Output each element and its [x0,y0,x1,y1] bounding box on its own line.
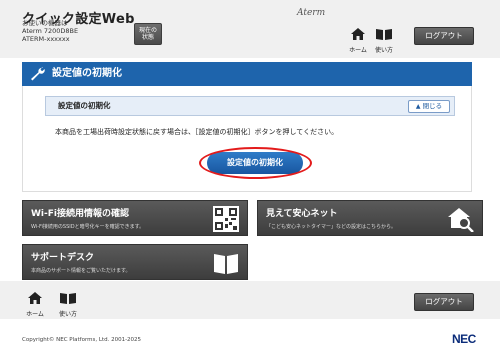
qr-code-icon [213,206,239,232]
support-desk-card[interactable]: サポートデスク 本商品のサポート情報をご覧いただけます。 [22,244,248,280]
home-search-icon [448,208,474,232]
copyright: Copyright© NEC Platforms, Ltd. 2001-2025 [22,337,142,343]
description-text: 本商品を工場出荷時設定状態に戻す場合は、［設定値の初期化］ボタンを押してください… [55,128,339,136]
home-button[interactable]: ホーム [345,25,371,54]
highlight-ring [199,147,312,179]
help-button[interactable]: 使い方 [371,25,397,54]
footer-home-button[interactable]: ホーム [22,289,48,318]
support-desk-title: サポートデスク [31,253,95,263]
device-model: Aterm 7200D8BE [22,27,79,35]
brand-logo: Aterm [297,8,326,18]
page-title-bar: 設定値の初期化 [22,62,472,86]
support-desk-subtitle: 本商品のサポート情報をご覧いただけます。 [31,268,131,274]
mieru-anshin-card[interactable]: 見えて安心ネット 「こども安心ネットタイマー」などの設定はこちらから。 [257,200,483,236]
footer-bar: ホーム 使い方 ログアウト [0,281,500,319]
status-line-2: 状態 [141,34,154,41]
wifi-info-card[interactable]: Wi-Fi接続用情報の確認 Wi-Fi接続用のSSIDと暗号化キーを確認できます… [22,200,248,236]
footer-help-label: 使い方 [58,311,77,318]
close-button[interactable]: ▲ 閉じる [408,100,450,113]
device-id: ATERM-xxxxxx [22,35,70,43]
home-icon [351,28,365,40]
wrench-icon [31,67,45,81]
book-icon [214,254,238,274]
section-header: 設定値の初期化 ▲ 閉じる [45,96,455,116]
mieru-anshin-title: 見えて安心ネット [266,209,338,219]
chevron-up-icon: ▲ [415,103,421,110]
status-line-1: 現在の [138,27,157,34]
logout-button[interactable]: ログアウト [414,27,474,45]
page-title: 設定値の初期化 [52,68,122,79]
home-icon [28,292,42,304]
book-icon [60,293,76,304]
book-icon [376,29,392,40]
help-label: 使い方 [374,47,393,54]
wifi-info-title: Wi-Fi接続用情報の確認 [31,209,129,219]
footer-logout-button[interactable]: ログアウト [414,293,474,311]
wifi-info-subtitle: Wi-Fi接続用のSSIDと暗号化キーを確認できます。 [31,224,145,230]
close-label: 閉じる [422,102,443,110]
mieru-anshin-subtitle: 「こども安心ネットタイマー」などの設定はこちらから。 [266,224,397,230]
device-label: お使いの機器は [22,19,68,27]
header: クイック設定Web お使いの機器は Aterm 7200D8BE ATERM-x… [0,0,500,58]
main-panel: 設定値の初期化 ▲ 閉じる 本商品を工場出荷時設定状態に戻す場合は、［設定値の初… [22,86,472,192]
home-label: ホーム [349,47,367,54]
section-title: 設定値の初期化 [58,101,111,110]
current-status-button[interactable]: 現在の 状態 [134,23,162,45]
footer-help-button[interactable]: 使い方 [55,289,81,318]
footer-home-label: ホーム [26,311,44,318]
nec-logo: NEC [452,332,476,346]
